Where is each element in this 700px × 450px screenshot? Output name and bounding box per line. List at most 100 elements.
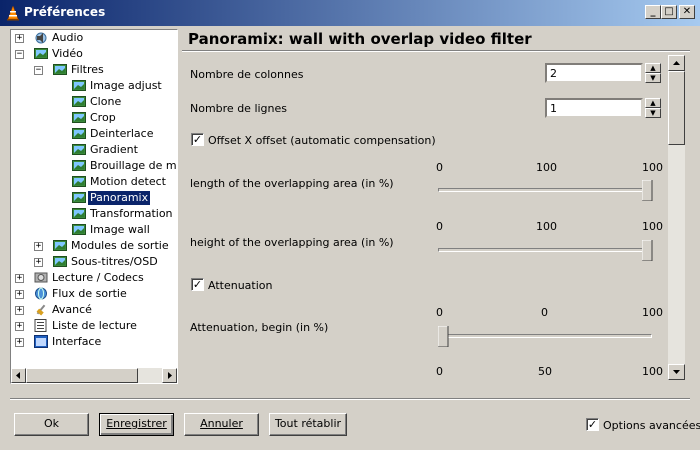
tree-item-label: Modules de sortie: [71, 239, 169, 252]
height-label: height of the overlapping area (in %): [190, 236, 394, 249]
save-button[interactable]: Enregistrer: [99, 413, 174, 436]
video-icon: [53, 255, 67, 268]
columns-label: Nombre de colonnes: [190, 68, 304, 81]
length-max-tick: 100: [642, 161, 663, 174]
ok-button[interactable]: Ok: [14, 413, 89, 436]
settings-scroll-thumb[interactable]: [668, 71, 685, 145]
length-slider-thumb[interactable]: [642, 180, 653, 201]
stream-icon: [34, 287, 48, 300]
tree-item-label: Vidéo: [52, 47, 83, 60]
length-label: length of the overlapping area (in %): [190, 177, 394, 190]
tree-item-label: Deinterlace: [90, 127, 154, 140]
video-icon: [72, 207, 86, 220]
offset-label: Offset X offset (automatic compensation): [208, 134, 436, 147]
length-slider-track[interactable]: [438, 188, 652, 192]
length-mid-tick: 100: [536, 161, 557, 174]
expand-icon[interactable]: +: [15, 34, 24, 43]
expand-icon[interactable]: +: [15, 338, 24, 347]
scroll-down-button[interactable]: [668, 364, 685, 380]
tree-item-label: Transformation: [90, 207, 173, 220]
audio-icon: [34, 31, 48, 44]
height-slider-track[interactable]: [438, 248, 652, 252]
tree-item-label: Panoramix: [88, 191, 151, 205]
attenuation-checkbox[interactable]: ✓: [191, 278, 204, 291]
minimize-button[interactable]: _: [645, 5, 661, 19]
video-icon: [72, 111, 86, 124]
title-separator: [182, 50, 690, 52]
expand-icon[interactable]: +: [15, 290, 24, 299]
length-min-tick: 0: [436, 161, 443, 174]
video-icon: [72, 127, 86, 140]
expand-icon[interactable]: +: [34, 258, 43, 267]
video-icon: [72, 95, 86, 108]
video-icon: [34, 47, 48, 60]
att-begin-mid-tick: 0: [541, 306, 548, 319]
height-min-tick: 0: [436, 220, 443, 233]
tree-item-label: Audio: [52, 31, 84, 44]
att-begin-slider-track[interactable]: [438, 334, 652, 338]
advanced-options-checkbox[interactable]: ✓: [586, 418, 599, 431]
interface-icon: [34, 335, 48, 348]
category-tree[interactable]: + Audio − Vidéo − Filtres Image adjust Clone Cro…: [10, 29, 178, 384]
next-max-tick: 100: [642, 365, 663, 378]
columns-spinbox[interactable]: 2 ▲ ▼: [545, 63, 663, 83]
tree-item-label: Interface: [52, 335, 102, 348]
tree-item-label: Sous-titres/OSD: [71, 255, 158, 268]
rows-field[interactable]: 1: [545, 98, 643, 118]
video-icon: [72, 159, 86, 172]
tree-item-label: Image adjust: [90, 79, 162, 92]
settings-vertical-scrollbar[interactable]: [668, 55, 685, 380]
tree-item-label: Flux de sortie: [52, 287, 127, 300]
next-mid-tick: 50: [538, 365, 552, 378]
att-begin-slider-thumb[interactable]: [438, 326, 449, 347]
vlc-cone-icon: [7, 5, 19, 21]
rows-spinbox[interactable]: 1 ▲ ▼: [545, 98, 663, 118]
height-slider-thumb[interactable]: [642, 240, 653, 261]
height-mid-tick: 100: [536, 220, 557, 233]
scroll-right-button[interactable]: [162, 368, 177, 383]
tree-horizontal-scrollbar[interactable]: [11, 368, 177, 383]
offset-checkbox[interactable]: ✓: [191, 133, 204, 146]
rows-down-button[interactable]: ▼: [645, 108, 661, 118]
collapse-icon[interactable]: −: [34, 66, 43, 75]
maximize-button[interactable]: □: [661, 5, 677, 19]
video-icon: [53, 63, 67, 76]
close-button[interactable]: ✕: [679, 5, 695, 19]
settings-area: Nombre de colonnes 2 ▲ ▼ Nombre de ligne…: [182, 55, 668, 380]
tree-item-label: Motion detect: [90, 175, 166, 188]
cancel-label: Annuler: [200, 417, 243, 430]
save-label: Enregistrer: [106, 417, 167, 430]
att-begin-max-tick: 100: [642, 306, 663, 319]
cancel-button[interactable]: Annuler: [184, 413, 259, 436]
expand-icon[interactable]: +: [15, 274, 24, 283]
bottom-separator: [10, 398, 690, 400]
video-icon: [72, 223, 86, 236]
reset-all-button[interactable]: Tout rétablir: [269, 413, 347, 436]
advanced-options-label: Options avancées: [603, 419, 700, 432]
arrow-left-icon: [16, 372, 20, 379]
scroll-left-button[interactable]: [11, 368, 26, 383]
columns-down-button[interactable]: ▼: [645, 73, 661, 83]
att-begin-label: Attenuation, begin (in %): [190, 321, 329, 334]
window-title: Préférences: [24, 5, 106, 19]
columns-up-button[interactable]: ▲: [645, 63, 661, 73]
expand-icon[interactable]: +: [34, 242, 43, 251]
expand-icon[interactable]: +: [15, 322, 24, 331]
video-icon: [72, 79, 86, 92]
tree-item-label: Crop: [90, 111, 116, 124]
scroll-up-button[interactable]: [668, 55, 685, 71]
title-bar: Préférences _ □ ✕: [0, 0, 700, 26]
video-icon: [72, 191, 86, 204]
height-max-tick: 100: [642, 220, 663, 233]
columns-field[interactable]: 2: [545, 63, 643, 83]
rows-up-button[interactable]: ▲: [645, 98, 661, 108]
codecs-icon: [34, 271, 48, 284]
collapse-icon[interactable]: −: [15, 50, 24, 59]
expand-icon[interactable]: +: [15, 306, 24, 315]
attenuation-label: Attenuation: [208, 279, 273, 292]
tree-item-label: Avancé: [52, 303, 92, 316]
arrow-right-icon: [168, 372, 172, 379]
arrow-up-icon: [673, 61, 680, 65]
scroll-thumb[interactable]: [26, 368, 138, 383]
arrow-down-icon: [673, 370, 680, 374]
